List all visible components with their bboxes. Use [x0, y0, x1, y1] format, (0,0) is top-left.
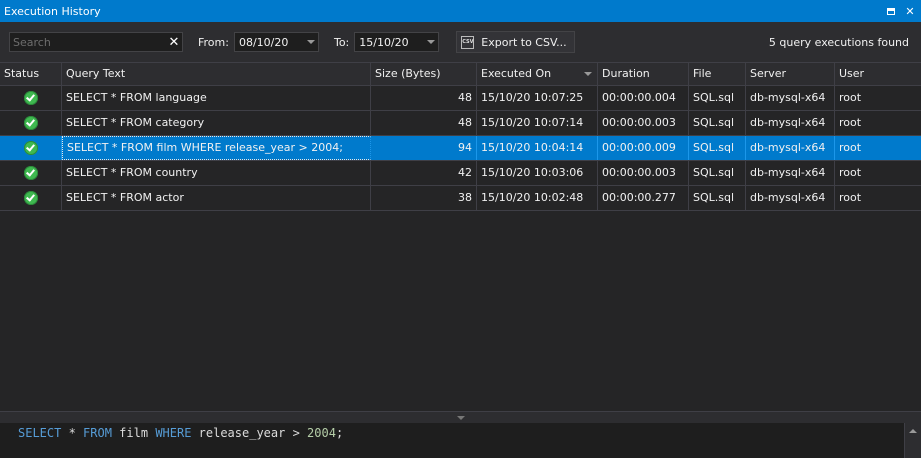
- executed-on-cell: 15/10/20 10:03:06: [477, 161, 598, 185]
- column-header-file[interactable]: File: [689, 63, 746, 85]
- execution-grid: SELECT * FROM language 48 15/10/20 10:07…: [0, 86, 921, 411]
- table-header: Status Query Text Size (Bytes) Executed …: [0, 62, 921, 86]
- close-icon[interactable]: ✕: [902, 3, 918, 19]
- scroll-up-icon[interactable]: [909, 429, 917, 433]
- server-cell: db-mysql-x64: [746, 136, 835, 160]
- query-text-cell: SELECT * FROM actor: [62, 186, 371, 210]
- to-date-value: 15/10/20: [359, 35, 409, 49]
- user-cell: root: [839, 116, 862, 129]
- success-check-icon: [23, 91, 38, 105]
- status-cell: [0, 111, 62, 135]
- search-box: ✕: [9, 32, 183, 52]
- executed-on-cell: 15/10/20 10:07:25: [477, 86, 598, 110]
- table-row[interactable]: SELECT * FROM category 48 15/10/20 10:07…: [0, 111, 921, 136]
- duration-cell: 00:00:00.003: [598, 111, 689, 135]
- table-row[interactable]: SELECT * FROM country 42 15/10/20 10:03:…: [0, 161, 921, 186]
- result-count: 5 query executions found: [768, 36, 909, 49]
- csv-icon: CSV: [461, 35, 475, 49]
- file-cell: SQL.sql: [689, 186, 746, 210]
- title-bar: Execution History ✕: [0, 0, 921, 22]
- size-cell: 38: [371, 186, 477, 210]
- column-header-duration[interactable]: Duration: [598, 63, 689, 85]
- pin-icon[interactable]: [883, 3, 899, 19]
- sql-keyword: WHERE: [155, 426, 192, 440]
- from-label: From:: [198, 35, 229, 49]
- size-cell: 48: [371, 111, 477, 135]
- toolbar: ✕ From: 08/10/20 To: 15/10/20 CSV Export…: [0, 22, 921, 62]
- sql-text: ;: [335, 426, 344, 440]
- column-header-size[interactable]: Size (Bytes): [371, 63, 477, 85]
- server-cell: db-mysql-x64: [746, 161, 835, 185]
- duration-cell: 00:00:00.003: [598, 161, 689, 185]
- column-header-query-text[interactable]: Query Text: [62, 63, 371, 85]
- size-cell: 48: [371, 86, 477, 110]
- query-text-cell: SELECT * FROM country: [62, 161, 371, 185]
- from-date-value: 08/10/20: [238, 35, 289, 49]
- success-check-icon: [23, 116, 38, 130]
- panel-splitter[interactable]: [0, 411, 921, 423]
- sql-keyword: SELECT: [18, 426, 62, 440]
- executed-on-cell: 15/10/20 10:07:14: [477, 111, 598, 135]
- sql-text: release_year >: [191, 426, 308, 440]
- vertical-scrollbar[interactable]: [904, 423, 921, 458]
- duration-cell: 00:00:00.009: [598, 136, 689, 160]
- column-header-executed-on[interactable]: Executed On: [477, 63, 598, 85]
- success-check-icon: [23, 191, 38, 205]
- query-text-cell: SELECT * FROM film WHERE release_year > …: [62, 136, 371, 160]
- table-row[interactable]: SELECT * FROM language 48 15/10/20 10:07…: [0, 86, 921, 111]
- search-input[interactable]: [10, 33, 166, 51]
- chevron-down-icon[interactable]: [304, 40, 318, 44]
- user-cell: root: [839, 141, 862, 154]
- duration-cell: 00:00:00.277: [598, 186, 689, 210]
- export-csv-button[interactable]: CSV Export to CSV...: [456, 31, 575, 53]
- to-date-picker[interactable]: 15/10/20: [354, 32, 440, 52]
- status-cell: [0, 186, 62, 210]
- executed-on-cell: 15/10/20 10:02:48: [477, 186, 598, 210]
- sql-text: *: [61, 426, 84, 440]
- column-header-server[interactable]: Server: [746, 63, 835, 85]
- file-cell: SQL.sql: [689, 161, 746, 185]
- window-title: Execution History: [4, 4, 101, 18]
- user-cell: root: [839, 166, 862, 179]
- file-cell: SQL.sql: [689, 86, 746, 110]
- server-cell: db-mysql-x64: [746, 111, 835, 135]
- status-cell: [0, 86, 62, 110]
- sql-text: film: [111, 426, 156, 440]
- query-text-cell: SELECT * FROM category: [62, 111, 371, 135]
- success-check-icon: [23, 166, 38, 180]
- file-cell: SQL.sql: [689, 136, 746, 160]
- to-label: To:: [333, 35, 350, 49]
- success-check-icon: [23, 141, 38, 155]
- table-row-selected[interactable]: SELECT * FROM film WHERE release_year > …: [0, 136, 921, 161]
- executed-on-cell: 15/10/20 10:04:14: [477, 136, 598, 160]
- server-cell: db-mysql-x64: [746, 86, 835, 110]
- from-date-picker[interactable]: 08/10/20: [233, 32, 319, 52]
- size-cell: 94: [371, 136, 477, 160]
- user-cell: root: [839, 191, 862, 204]
- status-cell: [0, 136, 62, 160]
- server-cell: db-mysql-x64: [746, 186, 835, 210]
- sql-number: 2004: [307, 426, 336, 440]
- sort-descending-icon: [584, 72, 592, 76]
- sql-keyword: FROM: [83, 426, 112, 440]
- table-row[interactable]: SELECT * FROM actor 38 15/10/20 10:02:48…: [0, 186, 921, 211]
- size-cell: 42: [371, 161, 477, 185]
- clear-search-icon[interactable]: ✕: [166, 33, 182, 51]
- file-cell: SQL.sql: [689, 111, 746, 135]
- column-header-status[interactable]: Status: [0, 63, 62, 85]
- status-cell: [0, 161, 62, 185]
- query-text-cell: SELECT * FROM language: [62, 86, 371, 110]
- export-csv-label: Export to CSV...: [481, 35, 567, 49]
- column-header-user[interactable]: User: [835, 63, 921, 85]
- duration-cell: 00:00:00.004: [598, 86, 689, 110]
- user-cell: root: [839, 91, 862, 104]
- query-preview-editor[interactable]: SELECT * FROM film WHERE release_year > …: [0, 423, 921, 458]
- collapse-arrow-icon[interactable]: [456, 415, 465, 420]
- column-header-executed-on-label: Executed On: [481, 67, 552, 80]
- chevron-down-icon[interactable]: [424, 40, 438, 44]
